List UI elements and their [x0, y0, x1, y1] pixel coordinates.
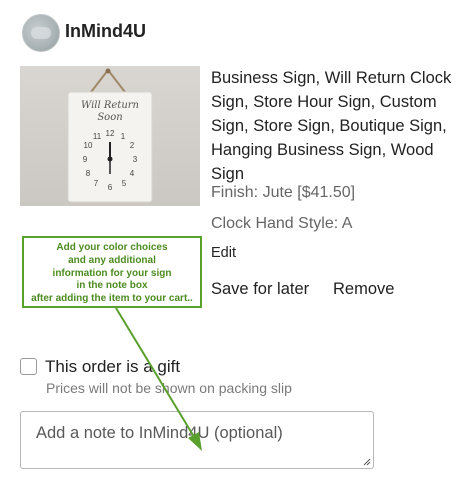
shop-avatar[interactable] [22, 14, 60, 52]
svg-text:5: 5 [122, 179, 127, 188]
svg-text:7: 7 [94, 179, 99, 188]
save-for-later-button[interactable]: Save for later [211, 280, 309, 299]
note-placeholder: Add a note to InMind4U (optional) [36, 424, 283, 442]
annotation-line: in the note box [76, 280, 148, 292]
svg-text:1: 1 [121, 132, 126, 141]
svg-text:6: 6 [108, 183, 113, 192]
shop-name[interactable]: InMind4U [65, 21, 146, 42]
avatar-logo-icon [31, 27, 51, 39]
annotation-line: and any additional [68, 254, 156, 266]
sign-text-line1: Will Return [81, 100, 139, 111]
annotation-callout: Add your color choices and any additiona… [22, 236, 202, 308]
svg-text:12: 12 [106, 129, 115, 138]
svg-text:4: 4 [130, 169, 135, 178]
edit-link[interactable]: Edit [211, 245, 236, 261]
remove-button[interactable]: Remove [333, 280, 394, 299]
svg-text:8: 8 [86, 169, 91, 178]
gift-sublabel: Prices will not be shown on packing slip [46, 380, 292, 396]
note-to-seller-field[interactable]: Add a note to InMind4U (optional) [20, 411, 374, 469]
resize-grip-icon[interactable] [363, 458, 371, 466]
clock-hand-style-variation: Clock Hand Style: A [211, 215, 353, 232]
clock-sign-illustration: Will Return Soon 12 1 2 3 4 5 6 7 8 9 10… [67, 68, 153, 203]
svg-text:3: 3 [133, 155, 138, 164]
finish-variation: Finish: Jute [$41.50] [211, 184, 356, 201]
svg-text:9: 9 [83, 155, 88, 164]
annotation-line: information for your sign [52, 267, 172, 279]
product-image[interactable]: Will Return Soon 12 1 2 3 4 5 6 7 8 9 10… [20, 66, 200, 206]
listing-title[interactable]: Business Sign, Will Return Clock Sign, S… [211, 66, 469, 186]
gift-checkbox[interactable] [20, 358, 37, 375]
sign-text-line2: Soon [97, 112, 122, 123]
svg-text:2: 2 [130, 141, 135, 150]
svg-text:10: 10 [84, 141, 93, 150]
gift-label[interactable]: This order is a gift [45, 357, 180, 377]
svg-text:11: 11 [93, 132, 102, 141]
annotation-line: after adding the item to your cart.. [31, 293, 193, 305]
annotation-line: Add your color choices [56, 242, 168, 253]
